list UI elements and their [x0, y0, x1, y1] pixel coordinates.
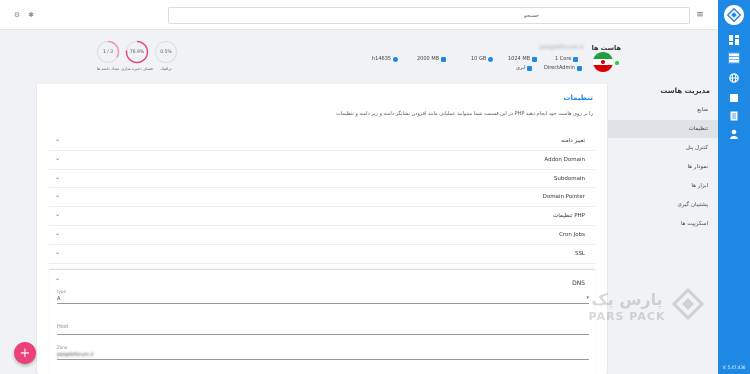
cloud-icon[interactable]	[728, 92, 740, 104]
panel-icon	[576, 65, 582, 71]
iran-flag-avatar	[592, 51, 614, 73]
dns-section: DNS ⌃ type A ▾ Host Zone peopleforum.ir	[49, 269, 595, 374]
app-rail: V: 5.47.436	[718, 0, 750, 374]
dns-host-field[interactable]: Host	[57, 322, 589, 335]
chevron-down-icon: ⌄	[55, 211, 61, 219]
domains-label: تعداد دامنه ها	[96, 66, 120, 71]
app-logo[interactable]	[724, 5, 744, 25]
top-bar: ⚙ ✱ ≡	[0, 0, 718, 30]
accordion-php-settings[interactable]: تنظیمات PHP ⌄	[49, 207, 595, 226]
settings-title: تنظیمات	[563, 94, 593, 102]
menu-item-resources[interactable]: منابع	[608, 101, 718, 119]
search-input[interactable]	[169, 8, 689, 23]
storage-value: 76.9%	[129, 49, 145, 55]
version-label: V: 5.47.436	[722, 365, 746, 370]
settings-description: در این قسمت شما میتوانید عملیاتی مانند ا…	[336, 111, 593, 117]
chevron-down-icon: ⌄	[55, 248, 61, 256]
accordion-addon-domain[interactable]: Addon Domain ⌄	[49, 151, 595, 170]
user-icon[interactable]	[728, 128, 740, 140]
memory-icon	[532, 56, 538, 62]
stat-type: ابری	[516, 65, 533, 71]
domains-value: 1 / 3	[102, 49, 114, 55]
accordion-ssl[interactable]: SSL ⌄	[49, 245, 595, 264]
accordion-domain-pointer[interactable]: Domain Pointer ⌄	[49, 188, 595, 208]
notification-icon[interactable]: ✱	[26, 10, 36, 20]
settings-card: تنظیمات در این قسمت شما میتوانید عملیاتی…	[37, 84, 607, 374]
bandwidth-icon	[441, 56, 447, 62]
menu-icon[interactable]: ≡	[695, 10, 705, 20]
stat-disk: 10 GB	[471, 56, 494, 62]
user-small-icon	[393, 56, 399, 62]
add-button[interactable]: +	[14, 342, 36, 364]
plus-icon: +	[19, 345, 31, 361]
settings-icon[interactable]: ⚙	[12, 10, 22, 20]
chevron-down-icon: ⌄	[55, 192, 61, 200]
document-icon[interactable]	[728, 110, 740, 122]
host-menu-title: مدیریت هاست	[660, 87, 710, 95]
menu-item-control-panel[interactable]: کنترل پنل	[608, 139, 718, 157]
stat-username: h14635	[372, 56, 399, 62]
settings-accordion: تغییر دامنه ⌄ Addon Domain ⌄ Subdomain ⌄ Do…	[49, 132, 595, 264]
menu-item-backup[interactable]: پشتیبان گیری	[608, 196, 718, 214]
cpu-icon	[573, 56, 579, 62]
menu-item-settings[interactable]: تنظیمات	[608, 120, 718, 138]
chevron-down-icon: ⌄	[55, 136, 61, 143]
menu-item-charts[interactable]: نمودار ها	[608, 158, 718, 176]
dashboard-icon[interactable]	[728, 34, 740, 46]
chevron-down-icon: ⌄	[55, 154, 61, 162]
accordion-cron-jobs[interactable]: Cron Jobs ⌄	[49, 226, 595, 245]
stat-ram: 1024 MB	[508, 56, 538, 62]
menu-item-scripts[interactable]: اسکریپت ها	[608, 215, 718, 233]
stat-panel: DirectAdmin	[544, 65, 582, 71]
disk-icon	[488, 56, 494, 62]
dns-type-select[interactable]: type A ▾	[57, 289, 589, 304]
parspack-watermark: پارس پک PARS PACK	[582, 282, 712, 332]
accordion-change-domain[interactable]: تغییر دامنه ⌄	[49, 132, 595, 151]
stat-bandwidth: 2000 MB	[417, 56, 447, 62]
chevron-down-icon: ⌄	[55, 173, 61, 181]
host-email: peopleforum.ir	[539, 44, 584, 51]
traffic-value: 0.5%	[160, 49, 172, 55]
dns-zone-select[interactable]: Zone peopleforum.ir	[57, 345, 589, 360]
menu-item-tools[interactable]: ابزار ها	[608, 177, 718, 195]
parspack-logo-icon	[672, 288, 704, 320]
globe-icon[interactable]	[728, 72, 740, 84]
search-box[interactable]	[168, 7, 690, 24]
accordion-subdomain[interactable]: Subdomain ⌄	[49, 170, 595, 189]
chevron-down-icon: ⌄	[55, 229, 61, 237]
stat-cpu: 1 Core	[555, 56, 579, 62]
servers-icon[interactable]	[728, 52, 740, 64]
online-status-dot	[615, 61, 619, 65]
cloud-small-icon	[527, 65, 533, 71]
chevron-up-icon[interactable]: ⌃	[55, 278, 60, 285]
